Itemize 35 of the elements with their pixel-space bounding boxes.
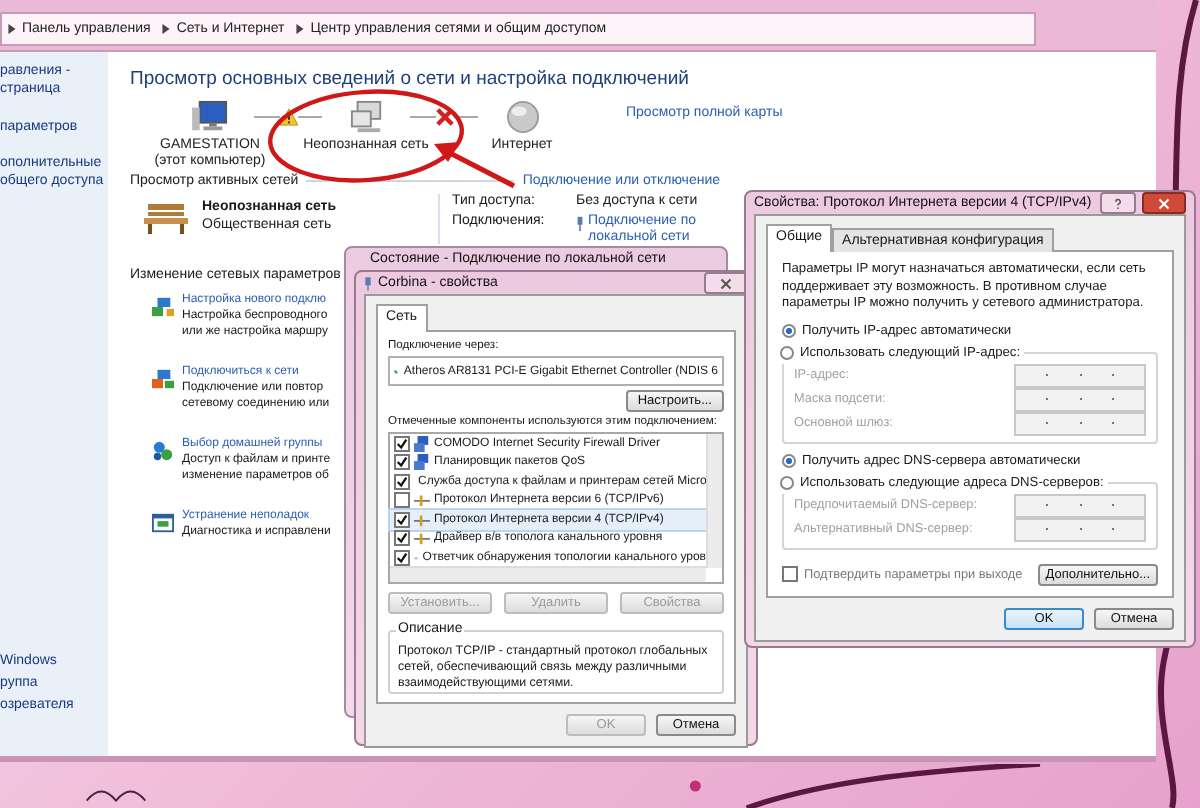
computer-icon xyxy=(191,100,229,134)
page-heading: Просмотр основных сведений о сети и настройка подключений xyxy=(130,68,691,90)
checkbox[interactable] xyxy=(394,530,410,547)
homegroup-icon xyxy=(152,440,174,463)
close-icon xyxy=(1158,197,1170,209)
help-icon xyxy=(1112,197,1124,209)
network-setup-icon xyxy=(152,296,174,319)
ip-address-field[interactable] xyxy=(1014,411,1146,436)
globe-icon xyxy=(503,100,541,134)
close-icon xyxy=(720,277,732,289)
error-x-icon xyxy=(435,108,453,126)
ip-address-field[interactable] xyxy=(1014,363,1146,388)
help-button[interactable] xyxy=(1100,192,1136,214)
close-button[interactable] xyxy=(704,272,748,294)
checkbox[interactable] xyxy=(394,492,410,509)
warning-icon xyxy=(279,108,297,126)
chevron-icon xyxy=(8,24,16,34)
close-button[interactable] xyxy=(1142,192,1186,214)
ip-address-field[interactable] xyxy=(1014,517,1146,542)
scrollbar[interactable] xyxy=(706,434,722,568)
checkbox[interactable] xyxy=(394,549,410,566)
chevron-icon xyxy=(296,24,305,34)
connect-icon xyxy=(152,368,174,391)
checkbox[interactable] xyxy=(394,454,410,471)
bench-icon xyxy=(142,202,190,234)
plug-icon xyxy=(576,216,584,232)
checkbox[interactable] xyxy=(394,511,410,528)
ip-address-field[interactable] xyxy=(1014,493,1146,518)
troubleshoot-icon xyxy=(152,512,174,535)
chevron-icon xyxy=(162,24,171,34)
checkbox[interactable] xyxy=(394,473,410,490)
network-icon xyxy=(347,100,385,134)
scrollbar[interactable] xyxy=(390,566,706,582)
checkbox[interactable] xyxy=(394,435,410,452)
ip-address-field[interactable] xyxy=(1014,387,1146,412)
